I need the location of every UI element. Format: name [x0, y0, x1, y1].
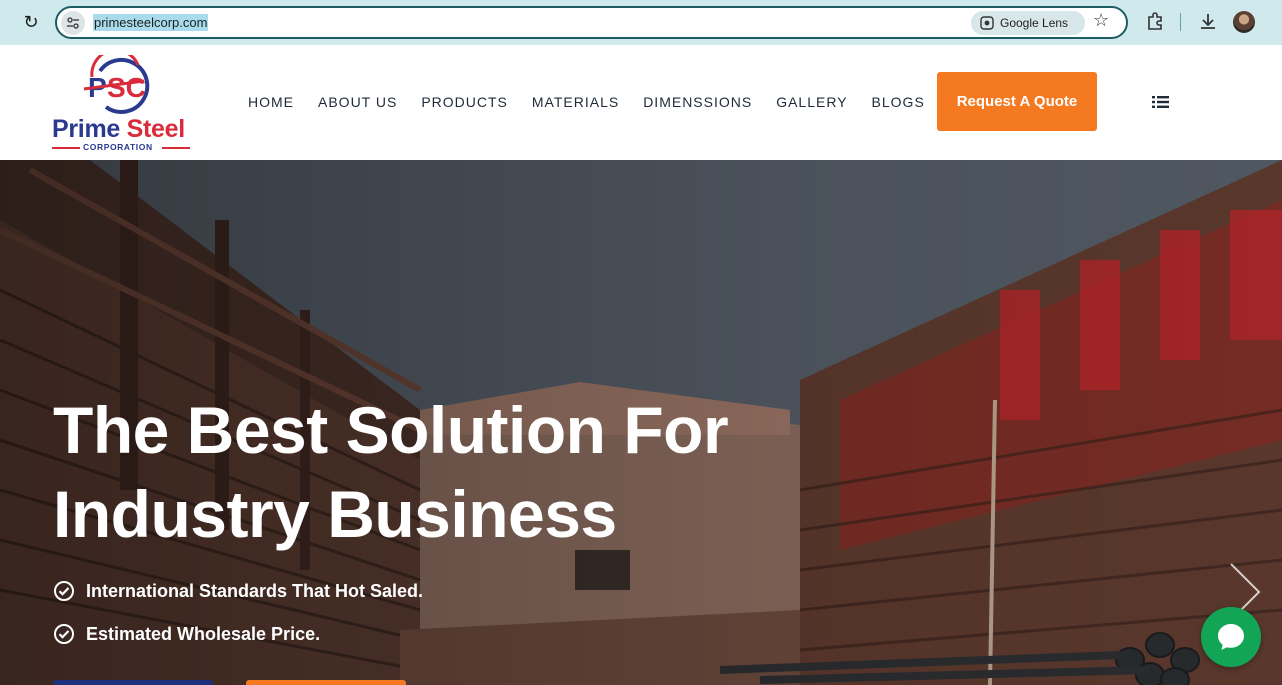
nav-products[interactable]: PRODUCTS: [421, 94, 508, 110]
browser-toolbar: ↻ primesteelcorp.com Google Lens ☆: [0, 0, 1282, 45]
toolbar-divider: [1180, 13, 1181, 31]
main-nav: HOME ABOUT US PRODUCTS MATERIALS DIMENSS…: [248, 94, 949, 110]
chat-widget-button[interactable]: [1201, 607, 1261, 667]
nav-home[interactable]: HOME: [248, 94, 294, 110]
nav-about-us[interactable]: ABOUT US: [318, 94, 397, 110]
feature-item: International Standards That Hot Saled.: [53, 580, 423, 602]
svg-text:SC: SC: [107, 72, 146, 103]
star-icon[interactable]: ☆: [1093, 10, 1109, 31]
nav-gallery[interactable]: GALLERY: [776, 94, 847, 110]
more-icon[interactable]: [1272, 11, 1276, 33]
psc-logo-mark: P SC: [83, 55, 150, 114]
reload-icon[interactable]: ↻: [20, 12, 42, 34]
google-lens-button[interactable]: Google Lens: [971, 11, 1085, 35]
extensions-icon[interactable]: [1144, 10, 1166, 32]
nav-materials[interactable]: MATERIALS: [532, 94, 619, 110]
list-menu-icon[interactable]: [1152, 95, 1169, 109]
hero-slider: The Best Solution For Industry Business I…: [0, 160, 1282, 685]
check-circle-icon: [54, 624, 74, 644]
request-quote-button[interactable]: Request A Quote: [937, 72, 1097, 131]
hero-secondary-button[interactable]: [246, 680, 406, 685]
url-text[interactable]: primesteelcorp.com: [93, 14, 209, 31]
address-bar[interactable]: primesteelcorp.com Google Lens ☆: [55, 6, 1128, 39]
download-icon[interactable]: [1197, 10, 1219, 32]
hero-primary-button[interactable]: [53, 680, 213, 685]
logo-divider-left: [52, 147, 80, 149]
site-header: P SC Prime Steel CORPORATION HOME ABOUT …: [0, 45, 1282, 160]
chat-bubble-icon: [1218, 624, 1244, 650]
logo[interactable]: P SC Prime Steel CORPORATION: [50, 53, 200, 155]
google-lens-label: Google Lens: [1000, 16, 1069, 30]
hero-title: The Best Solution For Industry Business: [53, 393, 729, 551]
google-lens-icon: [980, 16, 994, 30]
feature-text: Estimated Wholesale Price.: [86, 623, 321, 644]
nav-dimensions[interactable]: DIMENSSIONS: [643, 94, 752, 110]
site-info-icon[interactable]: [61, 11, 85, 35]
logo-name: Prime Steel: [52, 115, 185, 143]
check-circle-icon: [54, 581, 74, 601]
feature-item: Estimated Wholesale Price.: [53, 623, 320, 645]
logo-divider-right: [162, 147, 190, 149]
feature-text: International Standards That Hot Saled.: [86, 580, 424, 601]
profile-avatar[interactable]: [1233, 11, 1255, 33]
nav-blogs[interactable]: BLOGS: [872, 94, 925, 110]
logo-subtitle: CORPORATION: [83, 142, 153, 152]
